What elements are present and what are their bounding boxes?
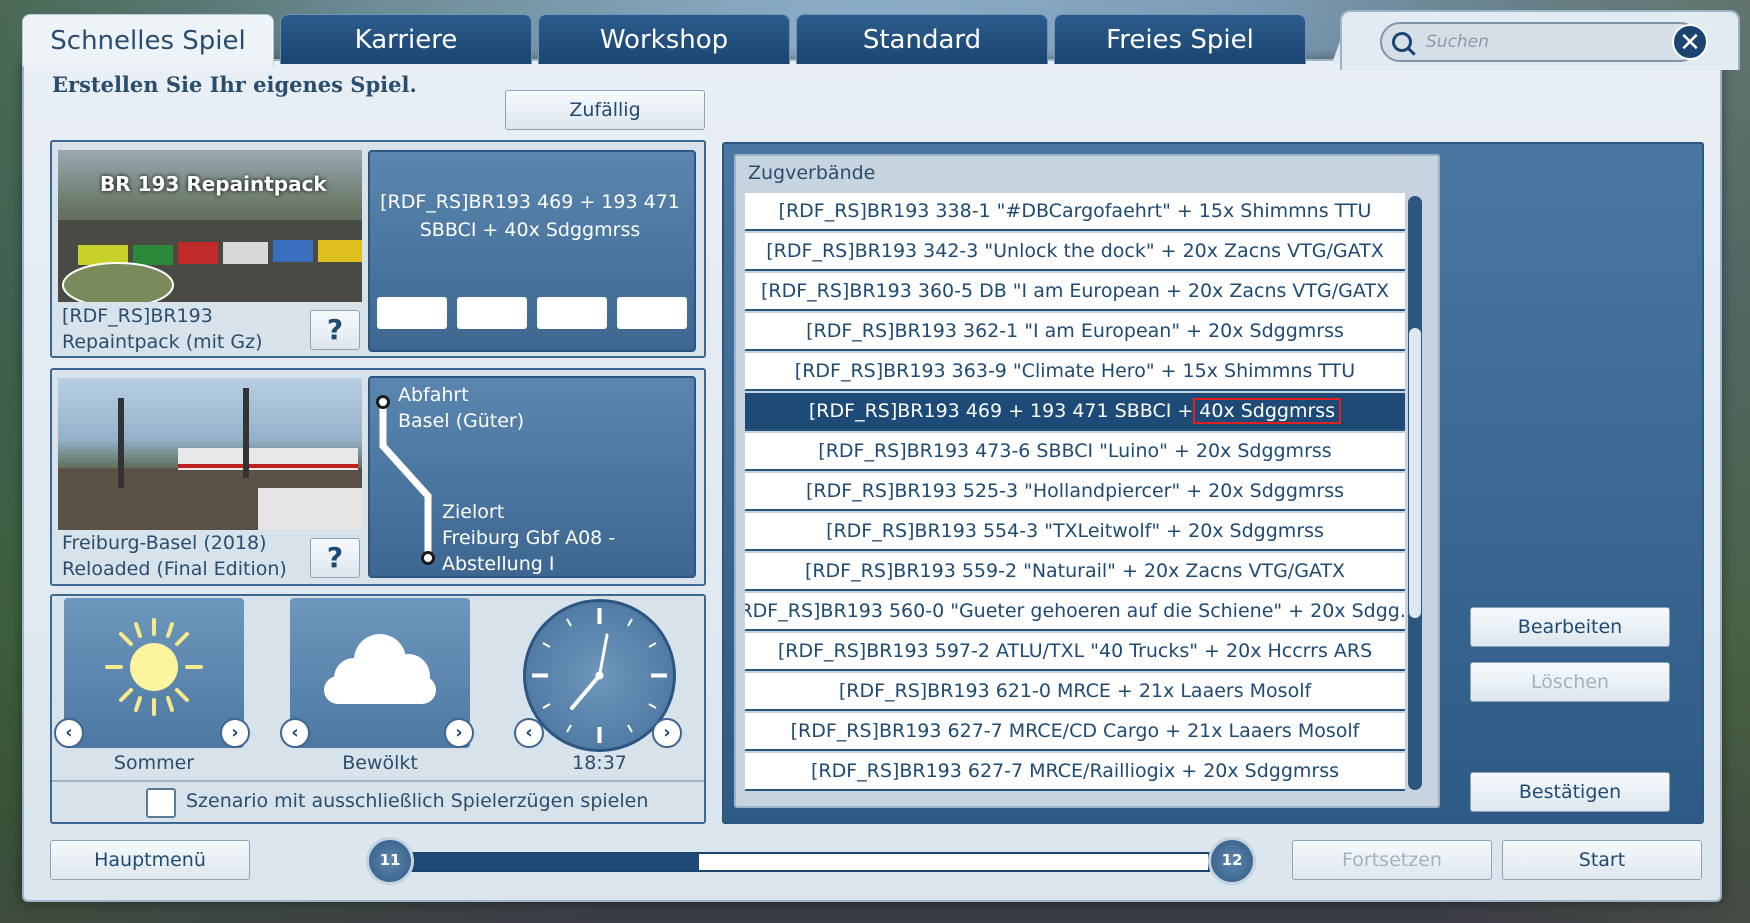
tab-freies-spiel[interactable]: Freies Spiel [1054, 14, 1306, 64]
consist-list-item[interactable]: [RDF_RS]BR193 559-2 "Naturail" + 20x Zac… [745, 553, 1405, 591]
tab-bar: Schnelles Spiel Karriere Workshop Standa… [22, 14, 1306, 66]
player-only-label: Szenario mit ausschließlich Spielerzügen… [186, 790, 649, 812]
confirm-button[interactable]: Bestätigen [1470, 772, 1670, 812]
route-name: Freiburg-Basel (2018) Reloaded (Final Ed… [62, 530, 287, 582]
consist-list-item[interactable]: [RDF_RS]BR193 621-0 MRCE + 21x Laaers Mo… [745, 673, 1405, 711]
page-title: Erstellen Sie Ihr eigenes Spiel. [52, 72, 417, 97]
pack-name: [RDF_RS]BR193 Repaintpack (mit Gz) [62, 303, 263, 355]
wagon-icon [617, 297, 687, 329]
tab-karriere[interactable]: Karriere [280, 14, 532, 64]
departure-dot [376, 395, 390, 409]
sun-icon [105, 618, 203, 716]
weather-box [290, 598, 470, 748]
destination-line1: Freiburg Gbf A08 - [442, 527, 616, 549]
departure-info: Abfahrt Basel (Güter) [398, 382, 524, 434]
list-scrollbar-thumb[interactable] [1409, 328, 1421, 618]
season-box [64, 598, 244, 748]
wagon-icon [537, 297, 607, 329]
player-only-checkbox[interactable] [146, 788, 176, 818]
search-input[interactable]: Suchen [1380, 22, 1700, 62]
tab-schnelles-spiel[interactable]: Schnelles Spiel [22, 14, 274, 66]
consist-preview-line2: SBBCI + 40x Sdggmrss [419, 219, 641, 241]
progress-bar [410, 852, 1210, 872]
consist-list-item[interactable]: [RDF_RS]BR193 525-3 "Hollandpiercer" + 2… [745, 473, 1405, 511]
pack-name-line2: Repaintpack (mit Gz) [62, 331, 263, 353]
consist-list-item[interactable]: [RDF_RS]BR193 342-3 "Unlock the dock" + … [745, 233, 1405, 271]
cloud-icon [324, 634, 436, 704]
route-name-line2: Reloaded (Final Edition) [62, 558, 287, 580]
consist-preview-line1: [RDF_RS]BR193 469 + 193 471 [380, 191, 680, 213]
wagon-icon [377, 297, 447, 329]
destination-label: Zielort [442, 501, 505, 523]
destination-dot [421, 551, 435, 565]
departure-label: Abfahrt [398, 384, 469, 406]
route-name-line1: Freiburg-Basel (2018) [62, 532, 267, 554]
route-thumbnail[interactable] [58, 378, 362, 530]
consist-list-item[interactable]: [RDF_RS]BR193 627-7 MRCE/CD Cargo + 21x … [745, 713, 1405, 751]
delete-button[interactable]: Löschen [1470, 662, 1670, 702]
pack-name-line1: [RDF_RS]BR193 [62, 305, 213, 327]
progress-end-node: 12 [1208, 837, 1256, 885]
consist-list-title: Zugverbände [748, 162, 876, 184]
consist-list-item[interactable]: [RDF_RS]BR193 363-9 "Climate Hero" + 15x… [745, 353, 1405, 391]
time-next-button[interactable]: › [652, 718, 682, 748]
consist-list-item[interactable]: [RDF_RS]BR193 473-6 SBBCI "Luino" + 20x … [745, 433, 1405, 471]
consist-list-item[interactable]: [RDF_RS]BR193 554-3 "TXLeitwolf" + 20x S… [745, 513, 1405, 551]
route-thumbnail-art [58, 388, 362, 530]
consist-list-item[interactable]: [RDF_RS]BR193 627-7 MRCE/Railliogix + 20… [745, 753, 1405, 791]
tab-workshop[interactable]: Workshop [538, 14, 790, 64]
pack-help-button[interactable]: ? [310, 310, 360, 350]
consist-list-item[interactable]: [RDF_RS]BR193 469 + 193 471 SBBCI + 40x … [745, 393, 1405, 431]
wagon-icon [457, 297, 527, 329]
tab-standard[interactable]: Standard [796, 14, 1048, 64]
close-icon[interactable]: ✕ [1672, 24, 1708, 60]
clock-face [532, 608, 667, 743]
departure-station: Basel (Güter) [398, 410, 525, 432]
destination-info: Zielort Freiburg Gbf A08 - Abstellung I [442, 499, 615, 577]
search-icon [1392, 32, 1412, 52]
continue-button[interactable]: Fortsetzen [1292, 840, 1492, 880]
weather-label: Bewölkt [342, 752, 418, 774]
season-next-button[interactable]: › [220, 718, 250, 748]
consist-list-item[interactable]: [RDF_RS]BR193 597-2 ATLU/TXL "40 Trucks"… [745, 633, 1405, 671]
search-placeholder: Suchen [1426, 32, 1489, 52]
progress-start-node: 11 [366, 837, 414, 885]
weather-prev-button[interactable]: ‹ [280, 718, 310, 748]
time-label: 18:37 [572, 752, 627, 774]
consist-list-item[interactable]: [RDF_RS]BR193 560-0 "Gueter gehoeren auf… [745, 593, 1405, 631]
divider [52, 780, 704, 782]
season-prev-button[interactable]: ‹ [54, 718, 84, 748]
weather-next-button[interactable]: › [444, 718, 474, 748]
consist-list-item[interactable]: [RDF_RS]BR193 362-1 "I am European" + 20… [745, 313, 1405, 351]
main-menu-button[interactable]: Hauptmenü [50, 840, 250, 880]
consist-list-item[interactable]: [RDF_RS]BR193 360-5 DB "I am European + … [745, 273, 1405, 311]
random-button[interactable]: Zufällig [505, 90, 705, 130]
pack-thumbnail-title: BR 193 Repaintpack [100, 172, 327, 196]
consist-preview-text: [RDF_RS]BR193 469 + 193 471 SBBCI + 40x … [370, 188, 690, 244]
progress-fill [412, 854, 699, 870]
selected-item-highlight: 40x Sdggmrss [1193, 398, 1342, 424]
edit-button[interactable]: Bearbeiten [1470, 607, 1670, 647]
season-label: Sommer [113, 752, 195, 774]
consist-list-item[interactable]: [RDF_RS]BR193 338-1 "#DBCargofaehrt" + 1… [745, 193, 1405, 231]
start-button[interactable]: Start [1502, 840, 1702, 880]
consist-list: [RDF_RS]BR193 338-1 "#DBCargofaehrt" + 1… [745, 193, 1405, 791]
destination-line2: Abstellung I [442, 553, 555, 575]
selected-item-prefix: [RDF_RS]BR193 469 + 193 471 SBBCI + [808, 400, 1194, 422]
time-prev-button[interactable]: ‹ [514, 718, 544, 748]
route-help-button[interactable]: ? [310, 538, 360, 578]
